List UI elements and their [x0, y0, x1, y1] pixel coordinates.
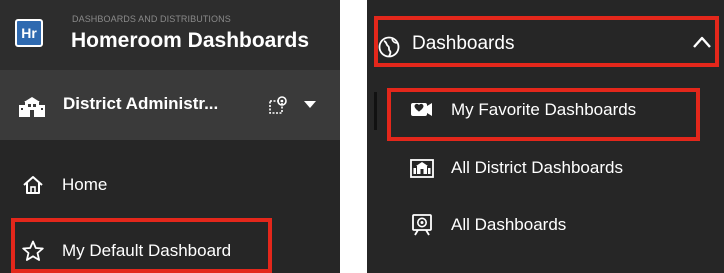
nav-item-my-default-dashboard[interactable]: My Default Dashboard [0, 226, 340, 273]
dashboards-section-header[interactable]: Dashboards [367, 18, 724, 74]
district-icon [410, 159, 434, 178]
district-building-icon [19, 97, 45, 117]
star-icon [22, 240, 44, 261]
homeroom-logo: Hr [15, 19, 43, 47]
menu-item-my-favorite-dashboards-label: My Favorite Dashboards [451, 100, 637, 119]
menu-item-all-district-dashboards[interactable]: All District Dashboards [367, 144, 724, 192]
menu-item-my-favorite-dashboards[interactable]: My Favorite Dashboards [367, 86, 724, 134]
edit-settings-icon[interactable] [267, 94, 289, 116]
globe-icon [378, 36, 400, 58]
nav-item-home[interactable]: Home [0, 160, 340, 210]
all-dashboards-icon [412, 214, 432, 236]
chevron-up-icon[interactable] [692, 35, 712, 49]
brand-subtitle: DASHBOARDS AND DISTRIBUTIONS [72, 14, 231, 24]
dashboards-menu-panel: Dashboards My Favorite Dashboards All Di… [367, 0, 724, 273]
nav-item-home-label: Home [62, 175, 108, 194]
caret-down-icon[interactable] [304, 101, 316, 108]
menu-item-all-district-dashboards-label: All District Dashboards [451, 158, 623, 177]
favorite-heart-icon [411, 103, 432, 116]
left-sidebar-panel: Hr DASHBOARDS AND DISTRIBUTIONS Homeroom… [0, 0, 340, 273]
district-selector[interactable]: District Administr... [0, 70, 340, 140]
brand-title: Homeroom Dashboards [71, 29, 310, 52]
home-icon [23, 176, 43, 194]
district-label: District Administr... [63, 94, 219, 113]
menu-item-all-dashboards[interactable]: All Dashboards [367, 201, 724, 249]
menu-item-all-dashboards-label: All Dashboards [451, 215, 567, 234]
brand-header: Hr DASHBOARDS AND DISTRIBUTIONS Homeroom… [0, 0, 340, 70]
nav-item-my-default-dashboard-label: My Default Dashboard [62, 241, 232, 260]
dashboards-section-label: Dashboards [412, 33, 515, 54]
